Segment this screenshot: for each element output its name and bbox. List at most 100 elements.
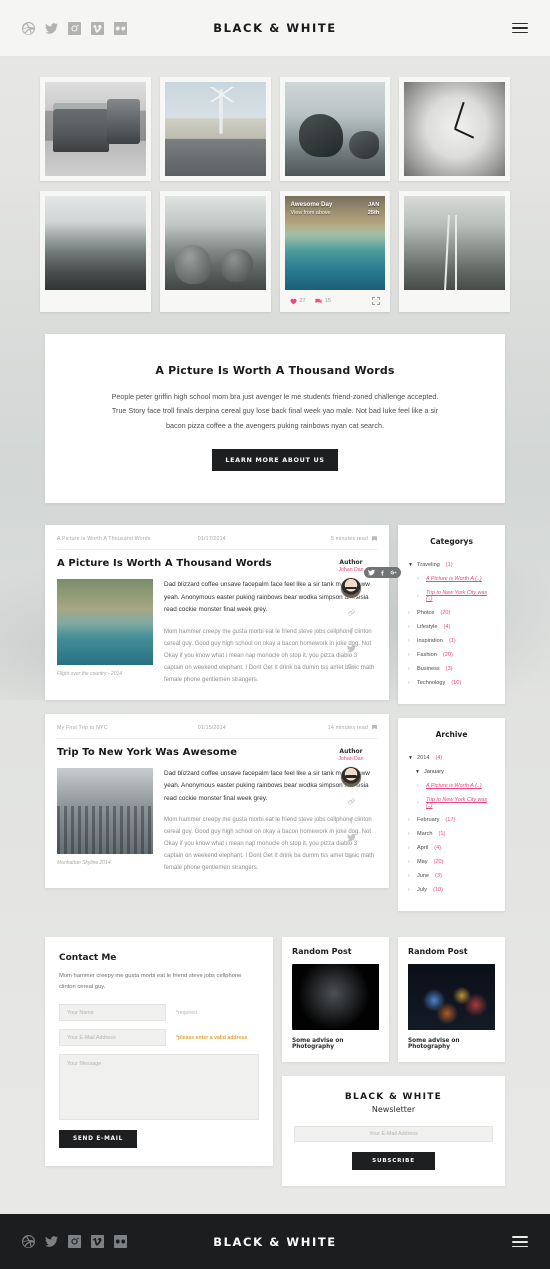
vimeo-icon[interactable] — [91, 1235, 104, 1249]
category-item-photos[interactable]: › Photos (20) — [408, 606, 495, 620]
dribbble-icon[interactable] — [22, 21, 35, 35]
category-item-inspiration[interactable]: › Inspiration (1) — [408, 634, 495, 648]
gallery-tile[interactable] — [40, 191, 151, 312]
author-name[interactable]: Johan Dan — [323, 756, 379, 762]
archive-subitem[interactable]: › A Picture is Worth A (..) — [408, 779, 495, 793]
email-input[interactable]: Your E-Mail Address — [59, 1029, 166, 1047]
archive-item-april[interactable]: › April (4) — [408, 841, 495, 855]
newsletter-widget: BLACK & WHITE Newsletter Your E-Mail Add… — [282, 1076, 505, 1187]
gallery-image — [164, 196, 266, 290]
random-post-caption[interactable]: Some advise on Photography — [292, 1030, 379, 1050]
author-label: Author — [339, 559, 363, 567]
bottom-section: Contact Me Mom hammer creepy me gusta mo… — [45, 937, 505, 1187]
post-card: A Picture Is Worth A Thousand Words 01/1… — [45, 525, 401, 700]
archive-item-may[interactable]: › May (20) — [408, 855, 495, 869]
share-pill[interactable] — [364, 567, 401, 579]
archive-item-month[interactable]: ▼ January — [408, 765, 495, 779]
random-post-image[interactable] — [408, 964, 495, 1031]
post-read-time-text: 14 minutes read — [327, 724, 368, 731]
chevron-right-icon: › — [417, 576, 419, 583]
category-item-business[interactable]: › Business (3) — [408, 662, 495, 676]
category-label: Photos — [417, 610, 435, 617]
category-count: (20) — [440, 610, 451, 617]
like-stat[interactable]: 27 — [289, 298, 306, 305]
bookmark-icon[interactable] — [372, 536, 377, 541]
flickr-icon[interactable] — [114, 1235, 127, 1249]
caret-down-icon[interactable]: ▼ — [408, 562, 417, 568]
expand-icon[interactable] — [372, 297, 381, 305]
twitter-icon[interactable] — [45, 22, 58, 35]
facebook-icon[interactable] — [347, 626, 356, 635]
bookmark-icon[interactable] — [372, 724, 377, 730]
archive-item-july[interactable]: › July (10) — [408, 883, 495, 897]
facebook-icon[interactable] — [379, 569, 386, 576]
vimeo-icon[interactable] — [91, 21, 104, 35]
featured-overlay: Awesome Day View from above JAN 25th — [284, 196, 386, 225]
twitter-icon[interactable] — [346, 644, 356, 653]
archive-label: March — [417, 831, 433, 838]
category-label: Business — [417, 666, 440, 673]
facebook-icon[interactable] — [347, 815, 356, 824]
email-error-message: *please enter a valid address — [176, 1034, 248, 1041]
category-item-traveling[interactable]: ▼ Traveling (1) — [408, 558, 495, 572]
gallery-tile[interactable] — [279, 77, 391, 181]
archive-item-year[interactable]: ▼ 2014 (4) — [408, 751, 495, 765]
learn-more-button[interactable]: LEARN MORE ABOUT US — [212, 449, 338, 472]
google-plus-icon[interactable] — [347, 662, 356, 671]
archive-item-june[interactable]: › June (3) — [408, 869, 495, 883]
gallery-tile[interactable] — [40, 77, 151, 181]
instagram-icon[interactable] — [68, 21, 81, 35]
archive-list: ▼ 2014 (4) ▼ January › A Picture is Worth A … — [408, 751, 495, 897]
post-meta-title[interactable]: A Picture Is Worth A Thousand Words — [57, 536, 198, 542]
google-plus-icon[interactable] — [347, 851, 356, 860]
flickr-icon[interactable] — [114, 21, 127, 35]
site-footer: BLACK & WHITE — [0, 1214, 550, 1269]
post-meta-title[interactable]: My First Trip to NYC — [57, 725, 198, 731]
archive-item-february[interactable]: › February (17) — [408, 813, 495, 827]
archive-subitem[interactable]: › Trip to New York City was (..) — [408, 793, 495, 813]
caret-down-icon[interactable]: ▼ — [408, 755, 417, 761]
twitter-icon[interactable] — [45, 1235, 58, 1248]
random-post-image[interactable] — [292, 964, 379, 1031]
message-textarea[interactable]: Your Message — [59, 1054, 259, 1121]
instagram-icon[interactable] — [68, 1235, 81, 1249]
category-item-lifestyle[interactable]: › Lifestyle (4) — [408, 620, 495, 634]
caret-down-icon[interactable]: ▼ — [415, 769, 424, 775]
footer-menu-toggle-button[interactable] — [512, 1233, 528, 1250]
comment-count: 15 — [324, 298, 331, 304]
chevron-right-icon: › — [417, 593, 419, 600]
category-item-fashion[interactable]: › Fashion (20) — [408, 648, 495, 662]
archive-label: February — [417, 817, 440, 824]
gallery-tile[interactable] — [159, 77, 271, 181]
chevron-right-icon: › — [408, 873, 410, 880]
twitter-icon[interactable] — [346, 833, 356, 842]
post-card: My First Trip to NYC 01/15/2014 14 minut… — [45, 713, 389, 889]
google-plus-icon[interactable] — [390, 569, 397, 576]
category-subitem[interactable]: › Trip to New York City was (..) — [408, 586, 495, 606]
newsletter-email-input[interactable]: Your E-Mail Address — [294, 1126, 493, 1143]
subscribe-button[interactable]: SUBSCRIBE — [352, 1152, 435, 1171]
gallery-tile-featured[interactable]: Awesome Day View from above JAN 25th 27 … — [279, 191, 391, 312]
category-item-technology[interactable]: › Technology (10) — [408, 676, 495, 690]
random-post-caption[interactable]: Some advise on Photography — [408, 1030, 495, 1050]
comment-stat[interactable]: 15 — [315, 298, 331, 305]
gallery-tile[interactable] — [159, 191, 271, 312]
dribbble-icon[interactable] — [22, 1235, 35, 1249]
twitter-icon[interactable] — [368, 569, 375, 576]
post-image[interactable] — [57, 767, 153, 854]
gallery-image — [284, 82, 386, 176]
name-input[interactable]: Your Name — [59, 1004, 166, 1022]
gallery-tile[interactable] — [399, 191, 510, 312]
chevron-right-icon: › — [408, 610, 410, 617]
archive-widget: Archive ▼ 2014 (4) ▼ January › A Picture is … — [398, 718, 505, 912]
link-icon[interactable] — [347, 608, 356, 617]
featured-date-day: 25th — [367, 210, 380, 217]
gallery-tile[interactable] — [399, 77, 510, 181]
link-icon[interactable] — [347, 797, 356, 806]
chevron-right-icon: › — [408, 831, 410, 838]
category-subitem[interactable]: › A Picture is Worth A (..) — [408, 572, 495, 586]
send-email-button[interactable]: SEND E-MAIL — [59, 1130, 137, 1149]
post-image[interactable] — [57, 579, 153, 666]
menu-toggle-button[interactable] — [512, 20, 528, 37]
archive-item-march[interactable]: › March (1) — [408, 827, 495, 841]
